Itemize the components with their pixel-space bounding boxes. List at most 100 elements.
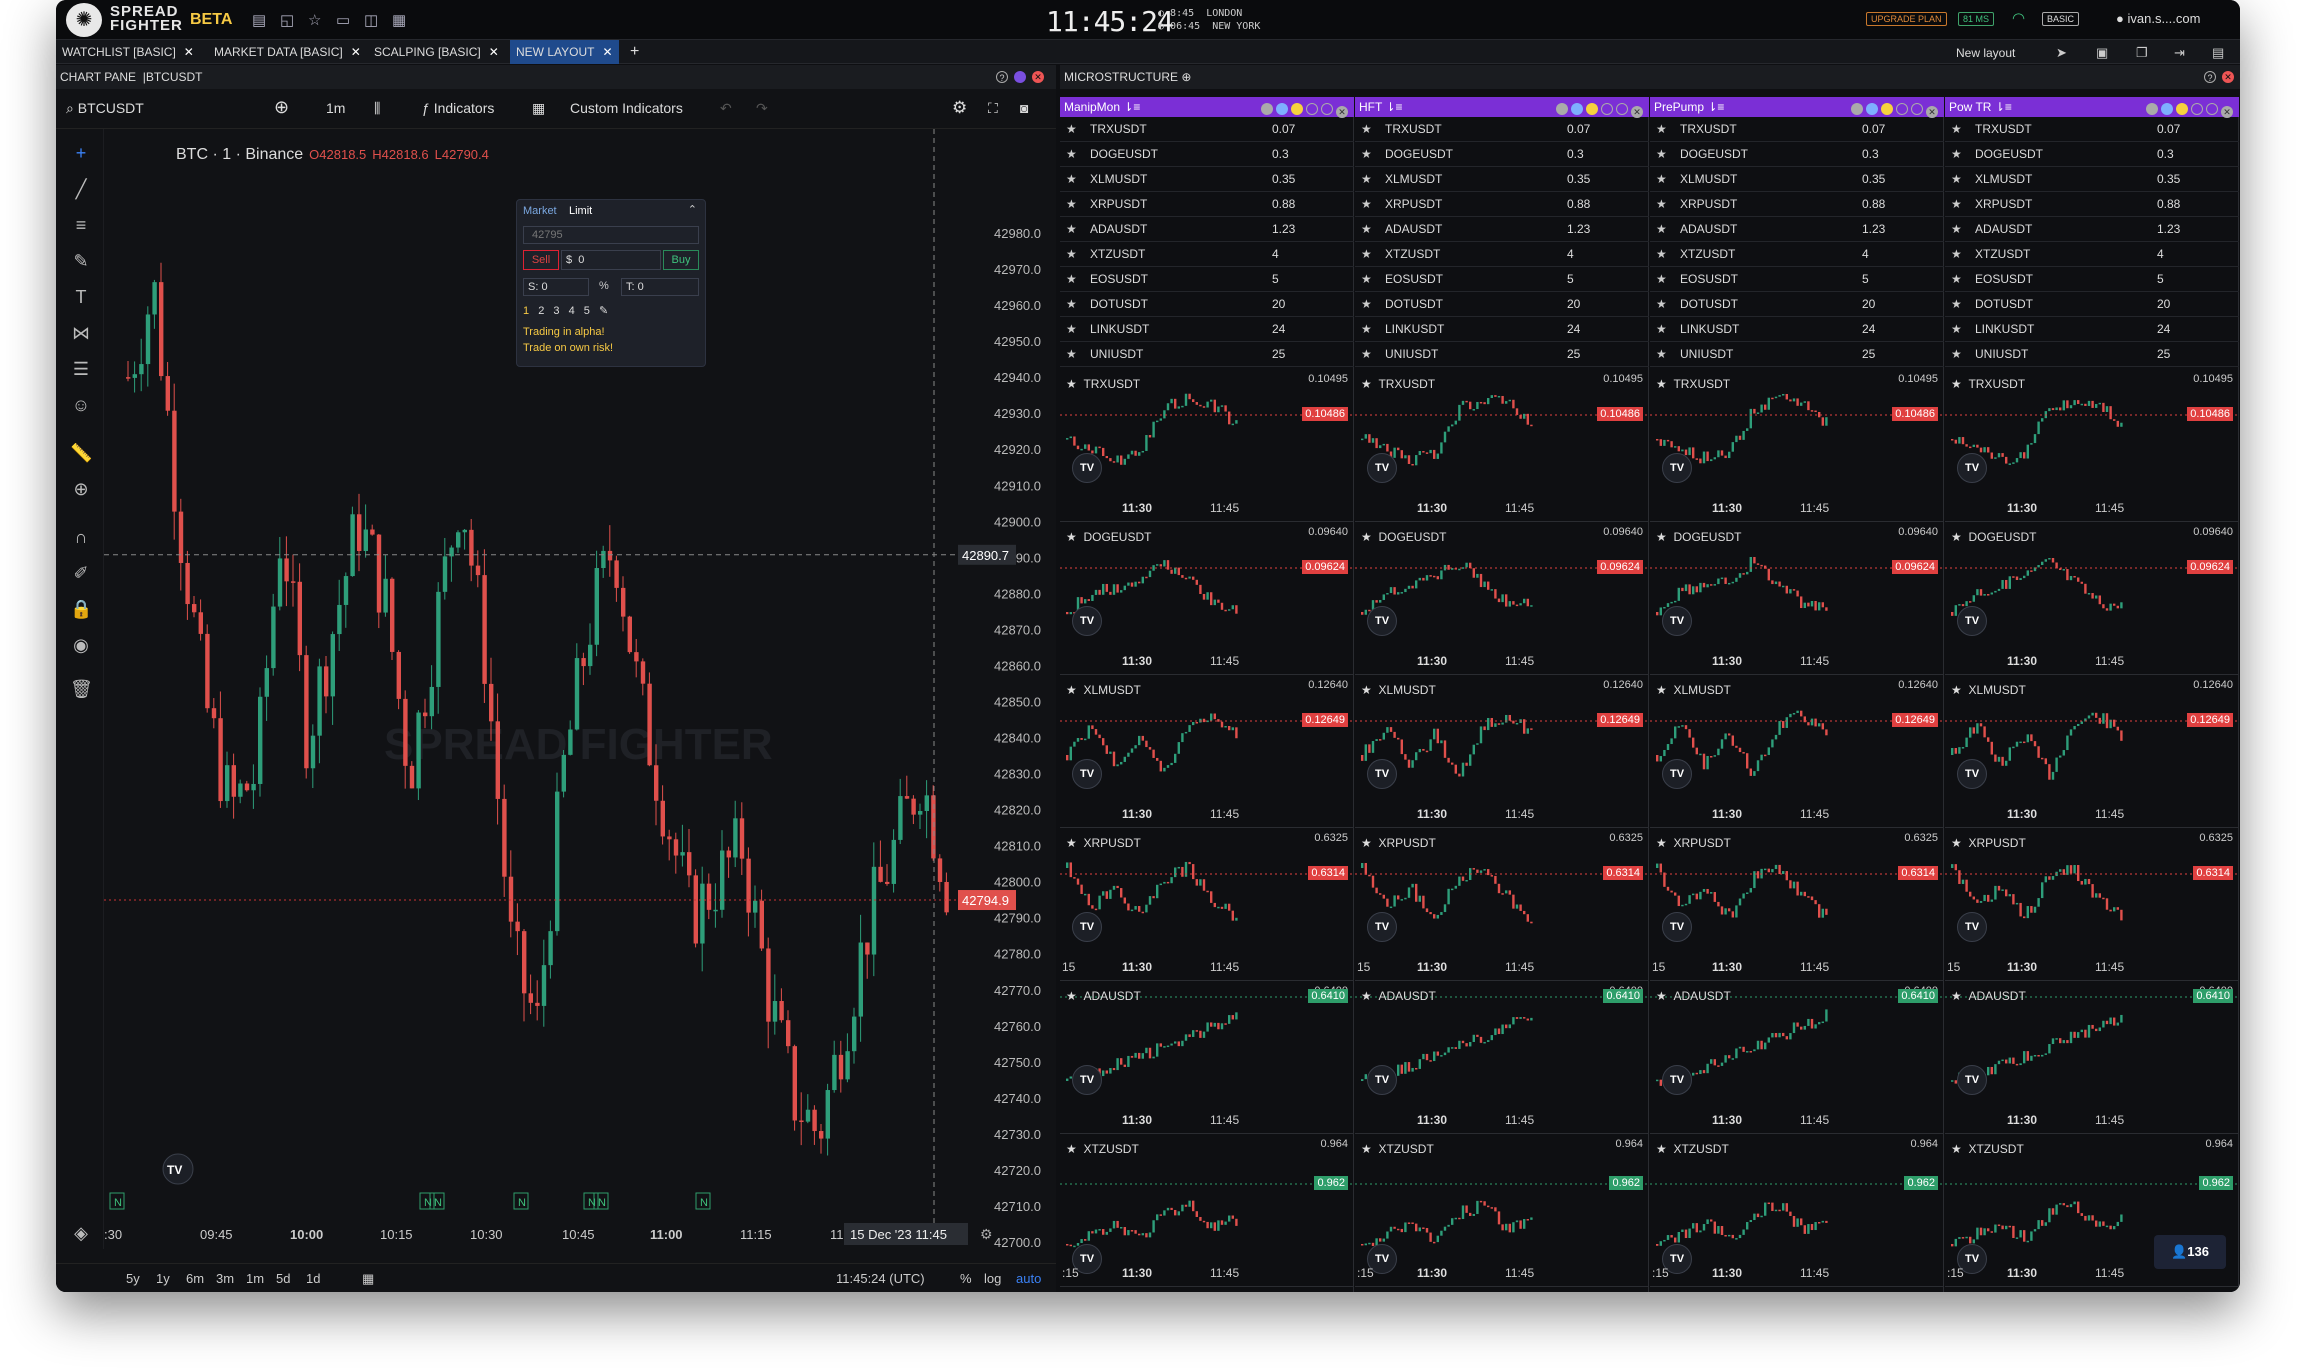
star-icon[interactable]: ★ [1361,192,1372,217]
close-icon[interactable]: ✕ [184,45,194,59]
undo-icon[interactable]: ↶ [720,100,732,117]
mini-chart[interactable]: ★ TRXUSDT 0.10495 0.10486 TV 11:30 11:45 [1650,369,1944,522]
watch-row[interactable]: ★ ADAUSDT 1.23 [1945,217,2239,242]
watch-row[interactable]: ★ EOSUSDT 5 [1945,267,2239,292]
star-icon[interactable]: ★ [1951,117,1962,142]
star-icon[interactable]: ★ [1066,377,1077,391]
star-icon[interactable]: ★ [1066,530,1077,544]
color-dot[interactable] [1601,103,1613,115]
mini-chart[interactable]: ★ DOGEUSDT 0.09640 0.09624 TV 11:30 11:4… [1650,522,1944,675]
star-icon[interactable]: ★ [1361,217,1372,242]
tab-watchlist[interactable]: WATCHLIST [BASIC] ✕ [56,40,200,64]
star-icon[interactable]: ★ [1066,192,1077,217]
star-icon[interactable]: ★ [1361,989,1372,1003]
star-icon[interactable]: ★ [1066,1142,1077,1156]
watch-row[interactable]: ★ XLMUSDT 0.35 [1355,167,1649,192]
star-icon[interactable]: ★ [1951,989,1962,1003]
tab-limit[interactable]: Limit [569,205,592,217]
star-icon[interactable]: ★ [1951,267,1962,292]
star-icon[interactable]: ★ [1656,217,1667,242]
watch-row[interactable]: ★ XLMUSDT 0.35 [1945,167,2239,192]
measure-lines-icon[interactable]: ☰ [70,359,92,380]
range-1y[interactable]: 1y [156,1271,170,1286]
pin-icon[interactable]: ➤ [2056,45,2067,61]
edit-icon[interactable]: ✎ [599,305,611,317]
watch-row[interactable]: ★ XTZUSDT 4 [1945,242,2239,267]
column-header[interactable]: Pow TR ⇂≡ ✕ [1945,97,2239,118]
star-icon[interactable]: ★ [1361,117,1372,142]
add-symbol-icon[interactable]: ⊕ [274,97,289,118]
watch-row[interactable]: ★ DOTUSDT 20 [1060,292,1354,317]
mini-chart[interactable]: ★ XLMUSDT 0.12640 0.12649 TV 11:30 11:45 [1355,675,1649,828]
trash-icon[interactable]: 🗑 [70,679,93,700]
chevron-up-icon[interactable]: ⌃ [688,203,697,216]
eye-icon[interactable]: ◉ [70,635,92,656]
add-tab-button[interactable]: + [630,40,639,64]
color-dot[interactable] [1896,103,1908,115]
mini-chart[interactable]: ★ TRXUSDT 0.10495 0.10486 TV 11:30 11:45 [1355,369,1649,522]
watch-row[interactable]: ★ XTZUSDT 4 [1060,242,1354,267]
range-1m[interactable]: 1m [246,1271,264,1286]
watch-row[interactable]: ★ LINKUSDT 24 [1355,317,1649,342]
color-dot[interactable] [1321,103,1333,115]
star-icon[interactable]: ★ [1066,836,1077,850]
watch-row[interactable]: ★ TRXUSDT 0.07 [1355,117,1649,142]
export-icon[interactable]: ⇥ [2174,45,2185,61]
star-icon[interactable]: ★ [1066,142,1077,167]
monitor-icon[interactable]: ▭ [336,11,350,29]
preset-2[interactable]: 2 [538,305,547,317]
color-dot[interactable] [1571,103,1583,115]
range-6m[interactable]: 6m [186,1271,204,1286]
ruler-icon[interactable]: 📏 [70,443,92,464]
star-icon[interactable]: ★ [1361,292,1372,317]
range-5d[interactable]: 5d [276,1271,290,1286]
mini-chart[interactable]: ★ ADAUSDT 0.6400 0.6410 TV 11:30 11:45 [1650,981,1944,1134]
watch-row[interactable]: ★ EOSUSDT 5 [1355,267,1649,292]
star-icon[interactable]: ★ [1951,377,1962,391]
star-icon[interactable]: ★ [1951,836,1962,850]
star-icon[interactable]: ★ [1951,192,1962,217]
mini-chart[interactable]: ★ XTZUSDT 0.964 0.962 TV :15 11:30 11:45 [1355,1134,1649,1287]
tab-scalping[interactable]: SCALPING [BASIC] ✕ [368,40,505,64]
star-icon[interactable]: ★ [1066,242,1077,267]
star-icon[interactable]: ★ [1066,292,1077,317]
star-icon[interactable]: ★ [1066,167,1077,192]
watch-row[interactable]: ★ UNIUSDT 25 [1650,342,1944,367]
star-icon[interactable]: ★ [1066,989,1077,1003]
preset-3[interactable]: 3 [553,305,562,317]
watch-row[interactable]: ★ TRXUSDT 0.07 [1650,117,1944,142]
watch-row[interactable]: ★ EOSUSDT 5 [1650,267,1944,292]
mini-chart[interactable]: ★ XRPUSDT 0.6325 0.6314 TV 15 11:30 11:4… [1355,828,1649,981]
mini-chart[interactable]: ★ XLMUSDT 0.12640 0.12649 TV 11:30 11:45 [1060,675,1354,828]
star-icon[interactable]: ★ [1066,267,1077,292]
color-dot[interactable] [1866,103,1878,115]
star-icon[interactable]: ★ [1656,342,1667,367]
mini-chart[interactable]: ★ ADAUSDT 0.6400 0.6410 TV 11:30 11:45 [1945,981,2239,1134]
upgrade-plan-button[interactable]: UPGRADE PLAN [1866,12,1947,26]
star-icon[interactable]: ★ [1656,317,1667,342]
color-dot[interactable] [2146,103,2158,115]
watch-row[interactable]: ★ DOTUSDT 20 [1945,292,2239,317]
star-icon[interactable]: ★ [1361,167,1372,192]
range-3m[interactable]: 3m [216,1271,234,1286]
watch-row[interactable]: ★ UNIUSDT 25 [1060,342,1354,367]
star-icon[interactable]: ★ [1361,342,1372,367]
color-dot[interactable] [1616,103,1628,115]
watch-row[interactable]: ★ XTZUSDT 4 [1650,242,1944,267]
amount-input[interactable]: $ 0 [561,250,661,270]
color-dot[interactable] [1291,103,1303,115]
chart-icon[interactable]: ◱ [280,11,294,29]
watch-row[interactable]: ★ DOTUSDT 20 [1355,292,1649,317]
auto-toggle[interactable]: auto [1016,1271,1041,1286]
close-button[interactable]: ✕ [2222,71,2234,83]
star-icon[interactable]: ★ [1361,1142,1372,1156]
emoji-icon[interactable]: ☺ [70,395,92,416]
text-icon[interactable]: T [70,287,92,308]
custom-indicators-button[interactable]: Custom Indicators [570,100,683,116]
magnet-icon[interactable]: ∩ [70,527,92,548]
mini-chart[interactable]: ★ TRXUSDT 0.10495 0.10486 TV 11:30 11:45 [1060,369,1354,522]
range-5y[interactable]: 5y [126,1271,140,1286]
star-icon[interactable]: ★ [1656,267,1667,292]
watch-row[interactable]: ★ LINKUSDT 24 [1945,317,2239,342]
star-icon[interactable]: ★ [1656,1142,1667,1156]
